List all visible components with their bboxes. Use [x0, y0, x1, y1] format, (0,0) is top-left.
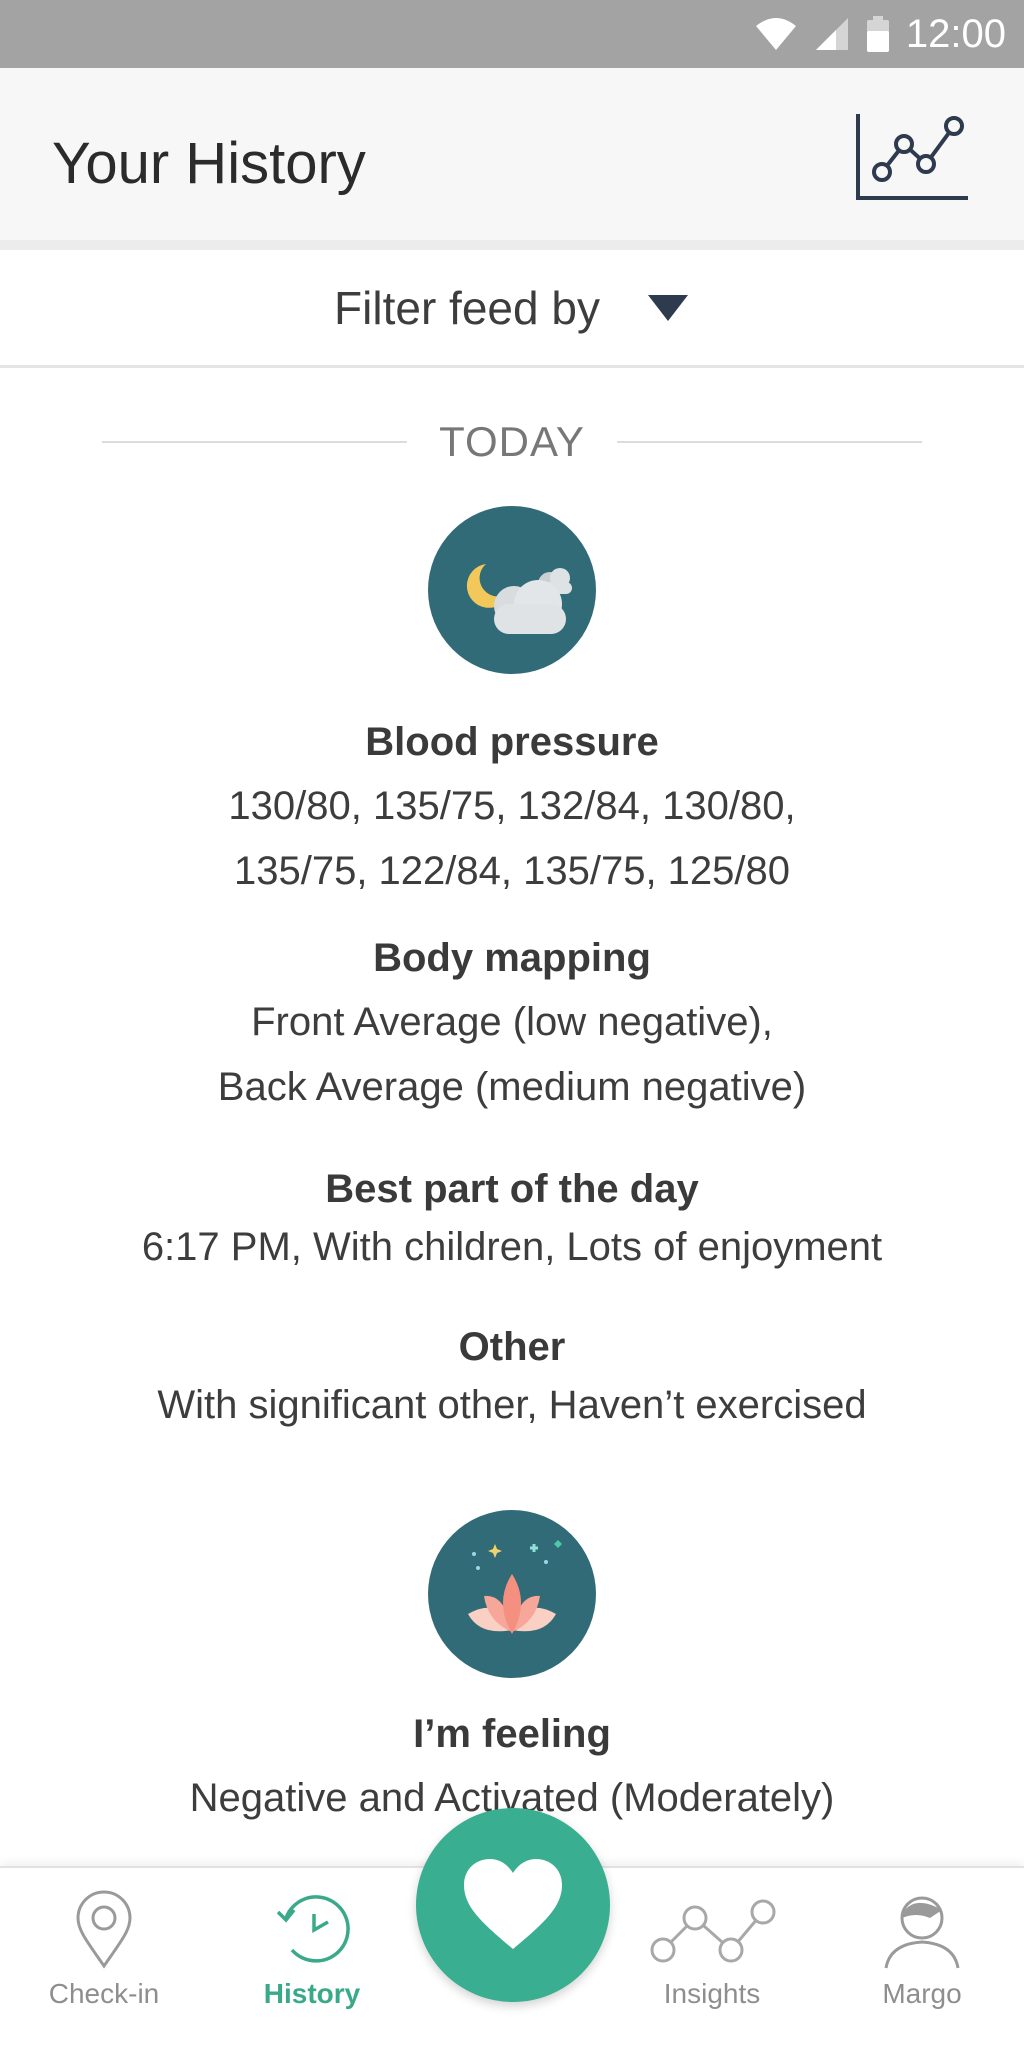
heart-icon [464, 1859, 562, 1949]
body-mapping-entry: Body mapping Front Average (low negative… [0, 926, 1024, 1120]
battery-icon [866, 16, 889, 52]
app-bar: Your History [0, 68, 1024, 240]
header-divider [0, 240, 1024, 250]
status-icons: 12:00 [754, 0, 1006, 68]
signal-icon [815, 18, 848, 50]
nav-item-check-in[interactable]: Check-in [24, 1888, 184, 2038]
entry-text: Back Average (medium negative) [217, 1065, 807, 1109]
nav-item-margo[interactable]: Margo [842, 1888, 1002, 2038]
nav-label: Margo [882, 1978, 962, 2009]
lotus-icon [428, 1510, 596, 1678]
entry-heading: Body mapping [373, 936, 651, 980]
entry-text: With significant other, Haven’t exercise… [157, 1383, 867, 1427]
filter-label: Filter feed by [334, 281, 600, 334]
entry-heading: Best part of the day [325, 1167, 699, 1211]
entry-text: 6:17 PM, With children, Lots of enjoymen… [141, 1225, 883, 1269]
entry-text: Front Average (low negative), [251, 1000, 773, 1044]
chart-view-button[interactable] [852, 110, 976, 206]
wifi-icon [755, 18, 796, 50]
entry-heading: I’m feeling [413, 1712, 611, 1756]
blood-pressure-entry: Blood pressure 130/80, 135/75, 132/84, 1… [0, 710, 1024, 904]
check-in-fab[interactable] [416, 1808, 610, 2002]
status-bar: 12:00 [0, 0, 1024, 68]
page-title: Your History [52, 131, 366, 196]
day-label: TODAY [439, 418, 585, 465]
nav-label: Check-in [48, 1978, 160, 2009]
insights-graph-icon [650, 1899, 776, 1963]
best-part-entry: Best part of the day 6:17 PM, With child… [0, 1160, 1024, 1276]
filter-dropdown[interactable]: Filter feed by [0, 250, 1024, 368]
avatar-icon [884, 1896, 960, 1969]
nav-item-history[interactable]: History [232, 1888, 392, 2038]
entry-text: 135/75, 122/84, 135/75, 125/80 [233, 849, 791, 893]
location-pin-icon [76, 1890, 132, 1969]
nav-label: History [263, 1978, 361, 2009]
nav-label: Insights [663, 1978, 761, 2009]
day-separator: TODAY [102, 412, 922, 472]
entry-text: 130/80, 135/75, 132/84, 130/80, [228, 784, 796, 828]
line-chart-icon [856, 114, 968, 200]
other-entry: Other With significant other, Haven’t ex… [0, 1318, 1024, 1434]
status-time: 12:00 [905, 11, 1006, 56]
entry-heading: Blood pressure [365, 720, 659, 764]
clock-history-icon [276, 1895, 350, 1963]
entry-heading: Other [458, 1325, 566, 1369]
caret-down-icon [647, 294, 688, 321]
weather-moon-cloud-icon [428, 506, 596, 674]
history-feed[interactable]: TODAY Blood pressure 130/80, 135/75, 132… [0, 370, 1024, 1866]
nav-item-insights[interactable]: Insights [632, 1888, 792, 2038]
